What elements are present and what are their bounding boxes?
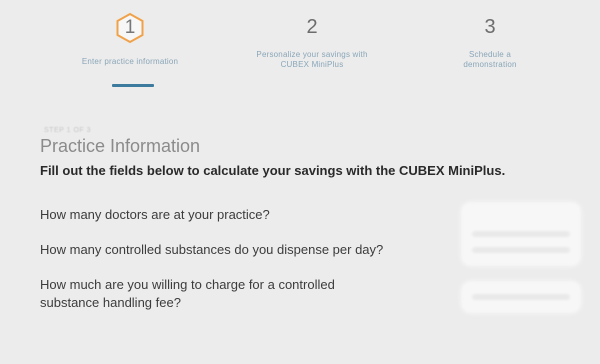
step-1[interactable]: 1 Enter practice information [40, 12, 220, 67]
progress-stepper: 1 Enter practice information 2 Personali… [0, 0, 600, 110]
question-daily-dispense: How many controlled substances do you di… [40, 242, 384, 257]
step-label: Personalize your savings with CUBEX Mini… [256, 50, 368, 69]
page: 1 Enter practice information 2 Personali… [0, 0, 600, 364]
active-step-indicator [112, 84, 154, 87]
section-title: Practice Information [40, 136, 201, 156]
hexagon-step-icon: 1 [114, 12, 146, 44]
doctors-and-dispense-input-area[interactable] [462, 203, 580, 265]
question-doctors-count: How many doctors are at your practice? [40, 207, 270, 222]
step-number: 2 [306, 16, 318, 38]
step-label: Enter practice information [81, 57, 179, 66]
step-number: 1 [124, 17, 136, 38]
step-3[interactable]: 3 Schedule a demonstration [400, 12, 580, 70]
question-handling-fee: How much are you willing to charge for a… [40, 277, 335, 310]
step-number: 3 [484, 16, 496, 38]
section-kicker: STEP 1 OF 3 [44, 127, 91, 134]
section-subtitle: Fill out the fields below to calculate y… [40, 163, 506, 178]
step-2[interactable]: 2 Personalize your savings with CUBEX Mi… [222, 12, 402, 70]
handling-fee-input[interactable] [462, 282, 580, 312]
step-label: Schedule a demonstration [463, 50, 517, 69]
